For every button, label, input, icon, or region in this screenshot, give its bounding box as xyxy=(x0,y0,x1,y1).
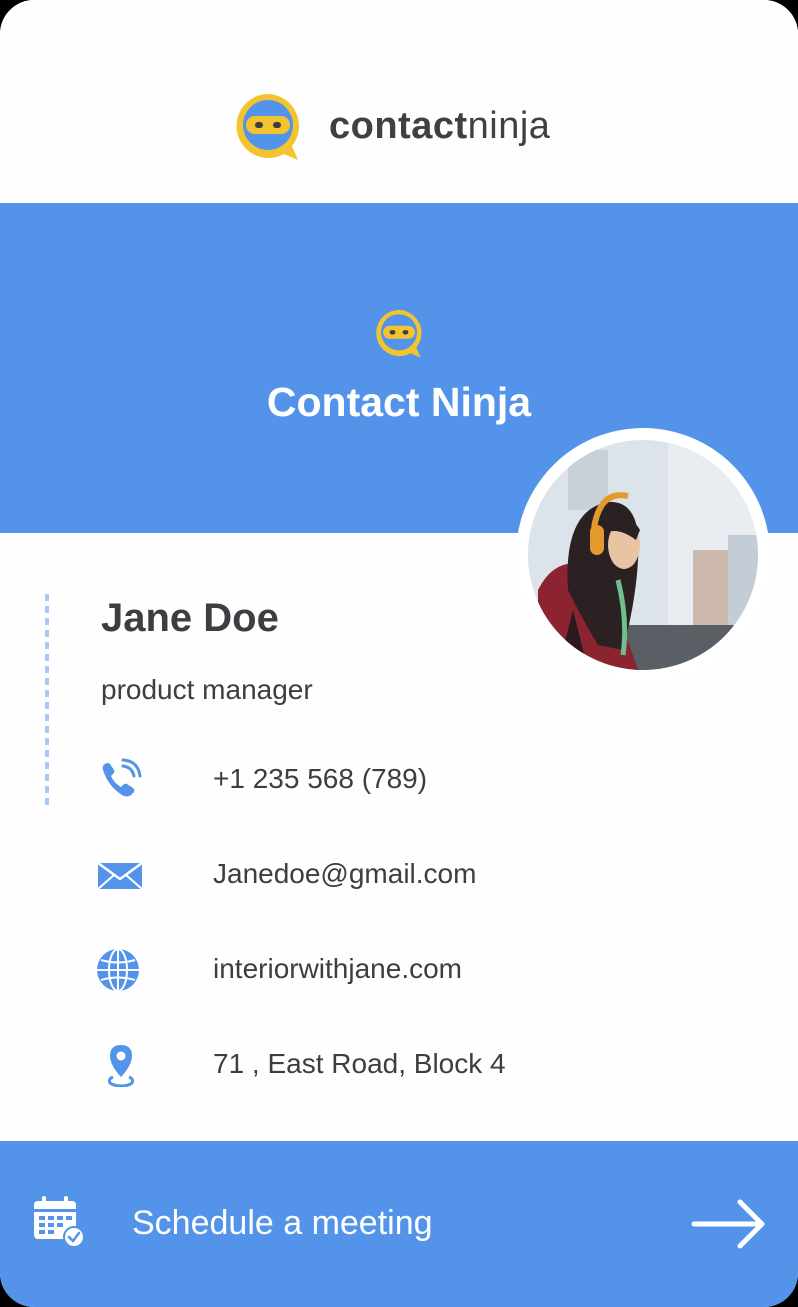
contact-row-email[interactable]: Janedoe@gmail.com xyxy=(0,845,798,905)
calendar-check-icon xyxy=(34,1196,85,1248)
arrow-right-icon xyxy=(691,1199,765,1249)
globe-icon xyxy=(97,948,139,992)
ninja-chat-icon xyxy=(376,309,422,358)
email-address: Janedoe@gmail.com xyxy=(213,858,477,889)
avatar xyxy=(528,440,758,670)
contact-row-website[interactable]: interiorwithjane.com xyxy=(0,940,798,1000)
website-url: interiorwithjane.com xyxy=(213,953,462,984)
schedule-meeting-button[interactable]: Schedule a meeting xyxy=(0,1141,798,1307)
profile-role: product manager xyxy=(101,674,313,705)
phone-icon xyxy=(102,758,142,797)
hero-title: Contact Ninja xyxy=(266,379,532,425)
email-icon xyxy=(97,861,143,890)
contact-card: contactninja Contact Ninja Jane Doe prod… xyxy=(0,0,798,1307)
ninja-chat-icon xyxy=(236,94,300,160)
brand-wordmark: contactninja xyxy=(329,105,551,147)
contact-row-phone[interactable]: +1 235 568 (789) xyxy=(0,750,798,810)
schedule-meeting-label: Schedule a meeting xyxy=(132,1204,433,1242)
profile-name: Jane Doe xyxy=(101,596,279,640)
contact-row-address[interactable]: 71 , East Road, Block 4 xyxy=(0,1035,798,1095)
street-address: 71 , East Road, Block 4 xyxy=(213,1048,506,1079)
brand-header: contactninja xyxy=(0,0,798,203)
profile-photo xyxy=(528,440,758,670)
location-pin-icon xyxy=(107,1045,135,1087)
phone-number: +1 235 568 (789) xyxy=(213,763,428,794)
